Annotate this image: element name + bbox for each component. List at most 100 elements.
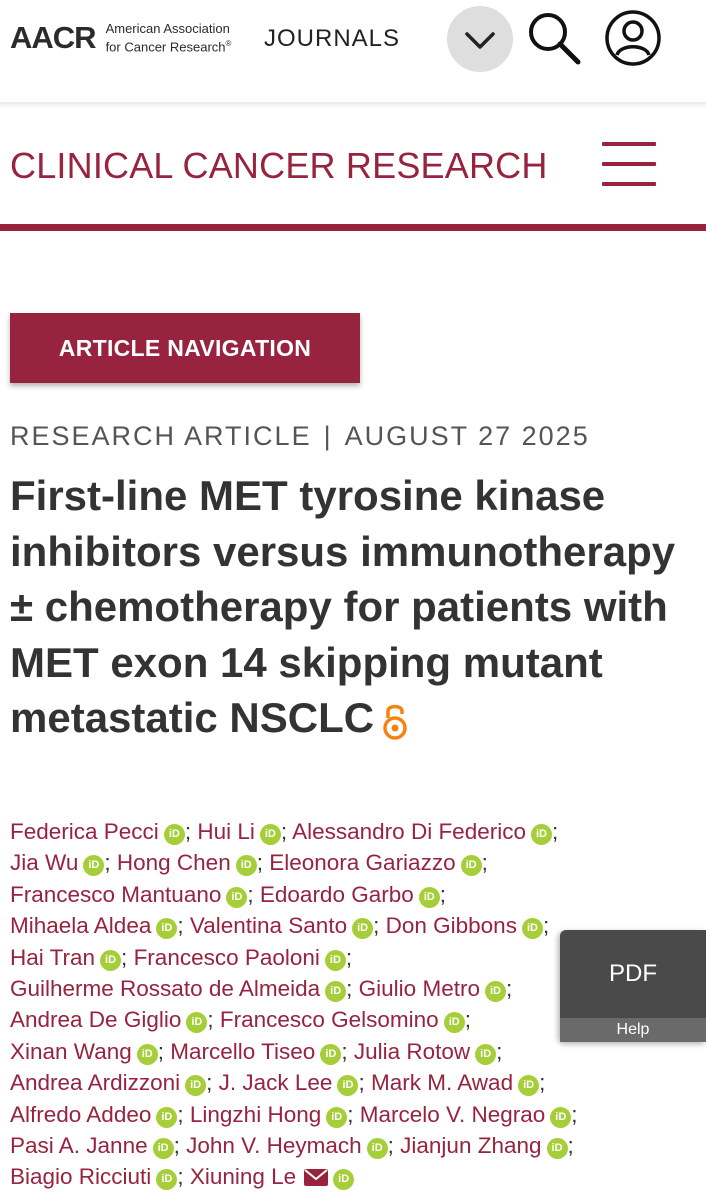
author-separator: ; bbox=[387, 1133, 401, 1159]
author-name[interactable]: Mark M. Awad bbox=[371, 1070, 513, 1095]
orcid-icon[interactable]: iD bbox=[352, 918, 374, 940]
author-name[interactable]: Andrea De Giglio bbox=[10, 1007, 181, 1032]
orcid-icon[interactable]: iD bbox=[320, 1043, 342, 1065]
orcid-icon[interactable]: iD bbox=[152, 1138, 174, 1160]
orcid-icon[interactable]: iD bbox=[333, 1169, 355, 1191]
orcid-icon[interactable]: iD bbox=[259, 824, 281, 845]
author-separator: ; bbox=[539, 1070, 546, 1096]
hamburger-menu-button[interactable] bbox=[602, 142, 656, 186]
author-name[interactable]: Biagio Ricciuti bbox=[10, 1164, 151, 1189]
author-separator: ; bbox=[206, 1070, 219, 1096]
article-title: First-line MET tyrosine kinase inhibitor… bbox=[10, 468, 690, 746]
author-name[interactable]: Marcelo V. Negrao bbox=[360, 1102, 546, 1127]
orcid-icon[interactable]: iD bbox=[443, 1012, 465, 1034]
journals-dropdown-button[interactable] bbox=[447, 6, 513, 72]
orcid-icon[interactable]: iD bbox=[185, 1075, 207, 1097]
hamburger-line bbox=[602, 142, 656, 146]
orcid-icon[interactable]: iD bbox=[521, 918, 543, 940]
author-name[interactable]: Alfredo Addeo bbox=[10, 1102, 151, 1127]
author-line: Andrea Ardizzoni iD; J. Jack Lee iD; Mark … bbox=[10, 1067, 660, 1098]
author-name[interactable]: John V. Heymach bbox=[186, 1133, 362, 1158]
journals-menu-label[interactable]: JOURNALS bbox=[264, 25, 400, 53]
orcid-icon[interactable]: iD bbox=[530, 824, 552, 845]
author-name[interactable]: Eleonora Gariazzo bbox=[269, 850, 455, 875]
meta-separator: | bbox=[323, 421, 333, 451]
author-name[interactable]: Marcello Tiseo bbox=[170, 1039, 315, 1064]
author-name[interactable]: J. Jack Lee bbox=[219, 1070, 333, 1095]
orcid-icon[interactable]: iD bbox=[326, 1106, 348, 1128]
author-separator: ; bbox=[464, 1007, 471, 1033]
author-line: Jia Wu iD; Hong Chen iD; Eleonora Gariazzo… bbox=[10, 847, 660, 878]
author-name[interactable]: Giulio Metro bbox=[359, 976, 480, 1001]
orcid-icon[interactable]: iD bbox=[337, 1075, 359, 1097]
orcid-icon[interactable]: iD bbox=[156, 918, 178, 940]
author-name[interactable]: Xinan Wang bbox=[10, 1039, 132, 1064]
logo-mark: AACR bbox=[10, 20, 97, 55]
orcid-icon[interactable]: iD bbox=[484, 981, 506, 1003]
user-account-button[interactable] bbox=[603, 8, 663, 68]
orcid-icon[interactable]: iD bbox=[475, 1043, 497, 1065]
author-name[interactable]: Francesco Paoloni bbox=[134, 945, 320, 970]
author-name[interactable]: Federica Pecci bbox=[10, 819, 159, 844]
orcid-icon[interactable]: iD bbox=[460, 855, 482, 877]
help-button[interactable]: Help bbox=[560, 1018, 706, 1042]
author-name[interactable]: Hong Chen bbox=[117, 850, 231, 875]
author-separator: ; bbox=[207, 1007, 220, 1033]
article-meta: RESEARCH ARTICLE | AUGUST 27 2025 bbox=[10, 421, 590, 452]
logo-org-line2: for Cancer Research bbox=[105, 39, 226, 55]
user-icon bbox=[605, 10, 661, 66]
orcid-icon[interactable]: iD bbox=[186, 1012, 208, 1034]
author-line: Biagio Ricciuti iD; Xiuning Le iD bbox=[10, 1161, 660, 1192]
orcid-icon[interactable]: iD bbox=[324, 949, 346, 971]
orcid-icon[interactable]: iD bbox=[156, 1169, 178, 1191]
orcid-icon[interactable]: iD bbox=[163, 824, 185, 845]
orcid-icon[interactable]: iD bbox=[325, 981, 347, 1003]
pdf-widget: PDF Help bbox=[560, 930, 706, 1042]
author-name[interactable]: Francesco Mantuano bbox=[10, 882, 221, 907]
author-separator: ; bbox=[177, 1164, 190, 1190]
author-name[interactable]: Xiuning Le bbox=[190, 1164, 296, 1189]
author-separator: ; bbox=[341, 1038, 354, 1064]
author-name[interactable]: Mihaela Aldea bbox=[10, 913, 151, 938]
orcid-icon[interactable]: iD bbox=[418, 886, 440, 908]
author-name[interactable]: Julia Rotow bbox=[354, 1039, 470, 1064]
orcid-icon[interactable]: iD bbox=[235, 855, 257, 877]
search-button[interactable] bbox=[524, 8, 584, 68]
orcid-icon[interactable]: iD bbox=[83, 855, 105, 877]
orcid-icon[interactable]: iD bbox=[366, 1138, 388, 1160]
author-name[interactable]: Hai Tran bbox=[10, 945, 95, 970]
author-separator: ; bbox=[496, 1038, 503, 1064]
pdf-button[interactable]: PDF bbox=[560, 930, 706, 1018]
orcid-icon[interactable]: iD bbox=[546, 1138, 568, 1160]
chevron-down-icon bbox=[465, 32, 495, 49]
orcid-icon[interactable]: iD bbox=[226, 886, 248, 908]
author-name[interactable]: Alessandro Di Federico bbox=[292, 819, 526, 844]
logo-org-name: American Association for Cancer Research… bbox=[106, 21, 232, 54]
author-name[interactable]: Francesco Gelsomino bbox=[220, 1007, 439, 1032]
author-name[interactable]: Valentina Santo bbox=[190, 913, 347, 938]
author-name[interactable]: Jia Wu bbox=[10, 850, 78, 875]
author-name[interactable]: Jianjun Zhang bbox=[400, 1133, 541, 1158]
author-separator: ; bbox=[184, 819, 198, 844]
author-name[interactable]: Andrea Ardizzoni bbox=[10, 1070, 180, 1095]
author-name[interactable]: Pasi A. Janne bbox=[10, 1133, 148, 1158]
author-name[interactable]: Hui Li bbox=[197, 819, 255, 844]
journal-title[interactable]: CLINICAL CANCER RESEARCH bbox=[10, 145, 548, 187]
orcid-icon[interactable]: iD bbox=[100, 949, 122, 971]
author-separator: ; bbox=[280, 819, 293, 844]
author-name[interactable]: Edoardo Garbo bbox=[260, 882, 414, 907]
orcid-icon[interactable]: iD bbox=[518, 1075, 540, 1097]
author-name[interactable]: Guilherme Rossato de Almeida bbox=[10, 976, 320, 1001]
logo-registered-mark: ® bbox=[225, 39, 232, 49]
author-line: Alfredo Addeo iD; Lingzhi Hong iD; Marcelo… bbox=[10, 1099, 660, 1130]
author-name[interactable]: Don Gibbons bbox=[386, 913, 517, 938]
orcid-icon[interactable]: iD bbox=[136, 1043, 158, 1065]
author-line: Federica Pecci iD; Hui Li iD; Alessandro D… bbox=[10, 816, 660, 847]
hamburger-line bbox=[602, 182, 656, 186]
email-icon[interactable] bbox=[304, 1169, 329, 1187]
author-name[interactable]: Lingzhi Hong bbox=[190, 1102, 321, 1127]
aacr-logo[interactable]: AACR American Association for Cancer Res… bbox=[10, 18, 231, 58]
orcid-icon[interactable]: iD bbox=[156, 1106, 178, 1128]
orcid-icon[interactable]: iD bbox=[550, 1106, 572, 1128]
article-navigation-button[interactable]: ARTICLE NAVIGATION bbox=[10, 313, 360, 383]
